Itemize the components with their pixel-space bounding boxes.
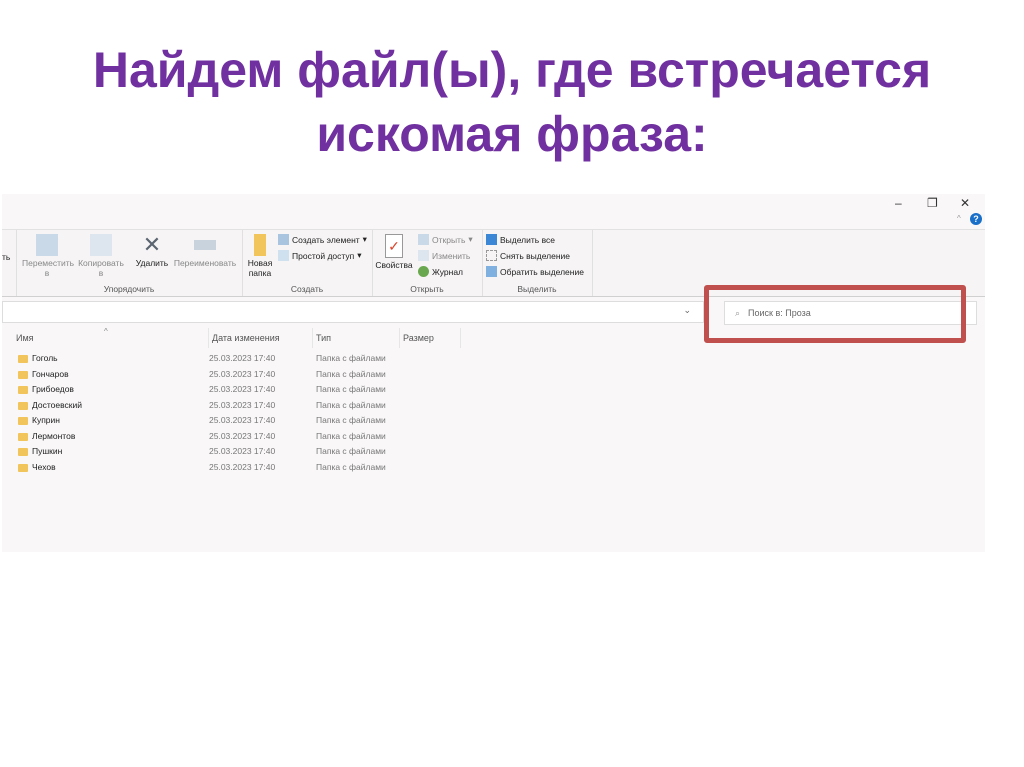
chevron-down-icon[interactable]: ⌄ [683,305,691,316]
file-name: Лермонтов [32,430,76,441]
file-type: Папка с файлами [316,353,386,363]
group-label: Создать [290,284,324,294]
file-name: Гончаров [32,368,69,379]
minimize-button[interactable]: – [895,196,902,210]
rename-icon [194,240,216,250]
new-item-button[interactable]: Создать элемент ▾ [278,234,367,245]
copy-icon [90,234,112,256]
search-highlight-box [704,285,966,343]
file-date: 25.03.2023 17:40 [209,430,276,441]
group-label: Выделить [517,284,557,294]
folder-icon [254,234,266,256]
open-button[interactable]: Открыть ▾ [418,234,473,245]
slide-title: Найдем файл(ы), где встречается искомая … [0,38,1024,166]
file-name: Гоголь [32,353,58,363]
properties-button[interactable]: ✓ Свойства [374,234,414,270]
folder-icon [18,448,28,456]
folder-icon [18,401,28,410]
column-name[interactable]: Имя [16,328,34,348]
file-name: Грибоедов [32,384,74,394]
properties-check-icon: ✓ [385,234,403,258]
close-button[interactable]: ✕ [960,196,970,210]
column-size[interactable]: Размер [399,328,461,348]
title-bar: – ❐ ✕ ^ ? [2,194,985,229]
history-button[interactable]: Журнал [418,266,463,277]
new-item-icon [278,234,289,245]
group-create: Новая папка Создать элемент ▾ Простой до… [242,230,373,296]
group-open: ✓ Свойства Открыть ▾ Изменить Журнал Откр… [372,230,483,296]
title-line-1: Найдем файл(ы), где встречается [92,42,932,98]
file-type: Папка с файлами [316,461,386,472]
move-icon [36,234,58,256]
folder-icon [18,386,28,394]
file-name: Достоевский [32,399,82,410]
file-date: 25.03.2023 17:40 [209,384,276,394]
select-none-button[interactable]: Снять выделение [486,250,570,261]
delete-x-icon: ✕ [142,232,162,257]
file-row[interactable]: Пушкин 25.03.2023 17:40 Папка с файлами [2,444,502,459]
folder-icon [18,432,28,441]
address-bar[interactable]: ⌄ [2,301,704,323]
file-row[interactable]: Лермонтов 25.03.2023 17:40 Папка с файла… [2,429,502,444]
file-name: Чехов [32,461,56,472]
file-type: Папка с файлами [316,430,386,441]
file-row[interactable]: Гоголь 25.03.2023 17:40 Папка с файлами [2,351,502,366]
invert-selection-icon [486,266,497,277]
rename-button[interactable]: Переименовать [172,234,238,268]
select-all-icon [486,234,497,245]
select-none-icon [486,250,497,261]
column-date[interactable]: Дата изменения [208,328,280,348]
copy-to-button[interactable]: Копировать в [76,234,126,278]
file-date: 25.03.2023 17:40 [209,461,276,472]
maximize-button[interactable]: ❐ [927,196,938,210]
select-all-button[interactable]: Выделить все [486,234,555,245]
group-organize: Переместить в Копировать в ✕ Удалить Пере… [16,230,243,296]
file-name: Пушкин [32,446,63,456]
folder-icon [18,463,28,472]
file-date: 25.03.2023 17:40 [209,399,276,410]
easy-access-button[interactable]: Простой доступ ▾ [278,250,362,261]
column-type[interactable]: Тип [312,328,331,348]
file-date: 25.03.2023 17:40 [209,368,276,379]
file-explorer-window: – ❐ ✕ ^ ? ть Переместить в Копировать в … [2,194,985,552]
folder-icon [18,417,28,425]
edit-icon [418,250,429,261]
new-folder-button[interactable]: Новая папка [244,234,276,278]
file-name: Куприн [32,415,60,425]
file-type: Папка с файлами [316,415,386,425]
file-row[interactable]: Чехов 25.03.2023 17:40 Папка с файлами [2,460,502,475]
history-icon [418,266,429,277]
move-to-button[interactable]: Переместить в [22,234,74,278]
file-date: 25.03.2023 17:40 [209,415,276,425]
delete-button[interactable]: ✕ Удалить [132,232,172,269]
edit-button[interactable]: Изменить [418,250,470,261]
invert-selection-button[interactable]: Обратить выделение [486,266,584,277]
file-date: 25.03.2023 17:40 [209,353,276,363]
file-row[interactable]: Куприн 25.03.2023 17:40 Папка с файлами [2,413,502,428]
file-type: Папка с файлами [316,446,386,456]
file-row[interactable]: Гончаров 25.03.2023 17:40 Папка с файлам… [2,367,502,382]
group-label: Упорядочить [103,284,155,294]
collapse-ribbon-icon[interactable]: ^ [957,214,961,223]
file-row[interactable]: Грибоедов 25.03.2023 17:40 Папка с файла… [2,382,502,397]
file-row[interactable]: Достоевский 25.03.2023 17:40 Папка с фай… [2,398,502,413]
open-icon [418,234,429,245]
folder-icon [18,370,28,379]
paste-button-partial[interactable]: ть [2,252,10,262]
easy-access-icon [278,250,289,261]
sort-ascending-icon: ^ [104,327,108,336]
group-select: Выделить все Снять выделение Обратить вы… [482,230,593,296]
group-label: Открыть [410,284,444,294]
folder-icon [18,355,28,363]
help-icon[interactable]: ? [970,213,982,225]
file-type: Папка с файлами [316,384,386,394]
file-type: Папка с файлами [316,399,386,410]
file-type: Папка с файлами [316,368,386,379]
title-line-2: искомая фраза: [316,106,708,162]
file-date: 25.03.2023 17:40 [209,446,276,456]
